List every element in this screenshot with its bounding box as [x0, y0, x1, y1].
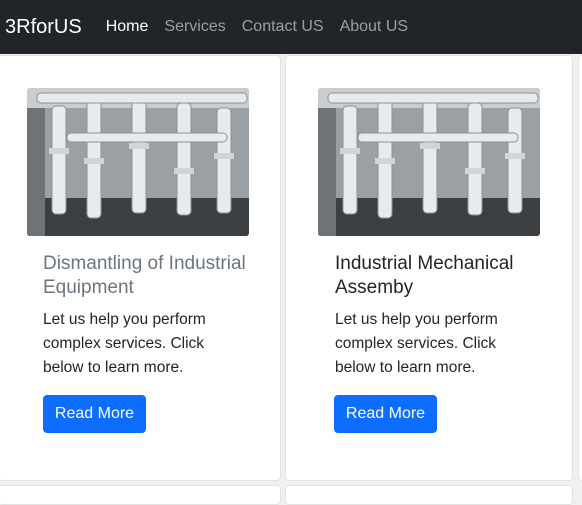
read-more-button[interactable]: Read More	[334, 395, 437, 433]
service-card-partial	[578, 55, 582, 481]
card-title: Industrial Mechanical Assemby	[335, 253, 514, 298]
nav-link-services[interactable]: Services	[164, 18, 225, 36]
service-card: Industrial Mechanical Assemby Let us hel…	[285, 55, 573, 481]
read-more-button[interactable]: Read More	[43, 395, 146, 433]
navbar-brand[interactable]: 3RforUS	[5, 16, 82, 39]
card-title: Dismantling of Industrial Equipment	[43, 253, 246, 298]
navbar: 3RforUS Home Services Contact US About U…	[0, 0, 582, 54]
nav-link-contact[interactable]: Contact US	[242, 18, 324, 36]
card-text: Let us help you perform complex services…	[335, 311, 498, 376]
industrial-pipes-image	[27, 88, 249, 236]
nav-link-about[interactable]: About US	[340, 18, 408, 36]
nav-link-home[interactable]: Home	[106, 18, 149, 36]
service-card: Dismantling of Industrial Equipment Let …	[0, 55, 281, 481]
service-card-partial	[0, 485, 281, 505]
service-card-partial	[285, 485, 573, 505]
industrial-pipes-image	[318, 88, 540, 236]
card-text: Let us help you perform complex services…	[43, 311, 206, 376]
